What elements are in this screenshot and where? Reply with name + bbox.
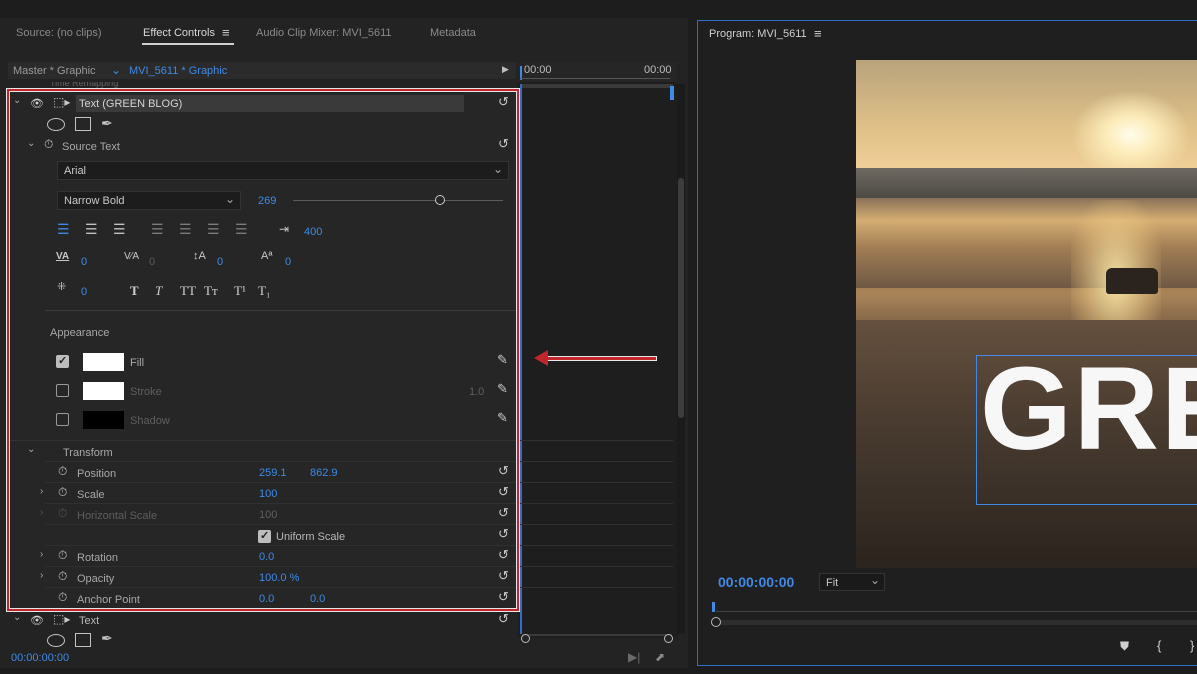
timeline-playhead-line: [520, 84, 522, 634]
program-playhead[interactable]: [712, 602, 715, 612]
current-timecode[interactable]: 00:00:00:00: [11, 652, 69, 664]
overlay-text[interactable]: GREEN BLOG: [980, 350, 1197, 468]
video-rock: [1106, 268, 1158, 294]
collapse-chevron-icon[interactable]: ⌄: [13, 612, 21, 623]
panel-menu-icon[interactable]: ≡: [222, 25, 230, 40]
video-sun: [1071, 90, 1191, 180]
transform-box-icon[interactable]: ⬚▸: [53, 612, 70, 626]
timeline-end-marker[interactable]: [670, 86, 674, 100]
mark-in-icon[interactable]: {: [1157, 638, 1161, 653]
program-zoom-bar[interactable]: [716, 620, 1197, 625]
annotation-highlight-box: [7, 89, 519, 611]
program-time-ruler[interactable]: [716, 611, 1197, 612]
program-timecode[interactable]: 00:00:00:00: [718, 574, 794, 590]
zoom-handle-right[interactable]: [664, 634, 673, 643]
program-monitor-title[interactable]: Program: MVI_5611: [709, 28, 807, 40]
timeline-bar: [521, 84, 673, 88]
fit-dropdown[interactable]: Fit ⌄: [819, 573, 885, 591]
layer-name[interactable]: Text: [79, 615, 99, 627]
panel-menu-icon[interactable]: ≡: [814, 26, 822, 41]
reset-icon[interactable]: ↺: [498, 611, 509, 627]
rectangle-mask-icon[interactable]: [75, 633, 91, 647]
export-icon[interactable]: ⬈: [655, 650, 665, 664]
play-audio-icon[interactable]: ▶|: [628, 650, 640, 664]
annotation-arrow-head: [534, 350, 548, 366]
ruler-ticks: [520, 78, 670, 79]
scrollbar-thumb[interactable]: [678, 178, 684, 418]
master-clip-label[interactable]: Master * Graphic: [13, 65, 96, 77]
tab-source[interactable]: Source: (no clips): [16, 27, 102, 39]
tab-metadata[interactable]: Metadata: [430, 27, 476, 39]
ruler-start-time: 00:00: [524, 64, 552, 76]
clip-header: Master * Graphic ⌄ MVI_5611 * Graphic ▶: [8, 62, 516, 79]
pen-mask-icon[interactable]: ✒: [101, 630, 113, 647]
ellipse-mask-icon[interactable]: [47, 634, 65, 647]
chevron-down-icon[interactable]: ⌄: [111, 63, 121, 77]
add-marker-icon[interactable]: ⛊: [1120, 639, 1129, 654]
timeline-ruler[interactable]: 00:00 00:00: [518, 62, 678, 82]
active-tab-underline: [142, 43, 234, 45]
zoom-handle-left[interactable]: [521, 634, 530, 643]
timeline-zoom-track[interactable]: [522, 634, 672, 636]
eye-icon[interactable]: 👁: [30, 614, 44, 627]
tab-effect-controls[interactable]: Effect Controls: [143, 27, 215, 39]
tab-audio-clip-mixer[interactable]: Audio Clip Mixer: MVI_5611: [256, 27, 392, 39]
ruler-end-time: 00:00: [644, 64, 672, 76]
fit-value: Fit: [826, 577, 839, 589]
sequence-clip-label[interactable]: MVI_5611 * Graphic: [129, 65, 227, 77]
video-city: [856, 168, 1197, 198]
chevron-down-icon: ⌄: [870, 573, 881, 587]
effect-controls-footer: 00:00:00:00 ▶| ⬈: [0, 648, 688, 668]
program-video-frame[interactable]: GREEN BLOG: [856, 60, 1197, 568]
panel-tab-bar: Source: (no clips) Effect Controls ≡ Aud…: [0, 18, 688, 48]
annotation-arrow-shaft: [544, 357, 656, 360]
play-only-icon[interactable]: ▶: [502, 64, 509, 75]
zoom-handle-left[interactable]: [711, 617, 721, 627]
mark-out-icon[interactable]: }: [1190, 638, 1194, 653]
